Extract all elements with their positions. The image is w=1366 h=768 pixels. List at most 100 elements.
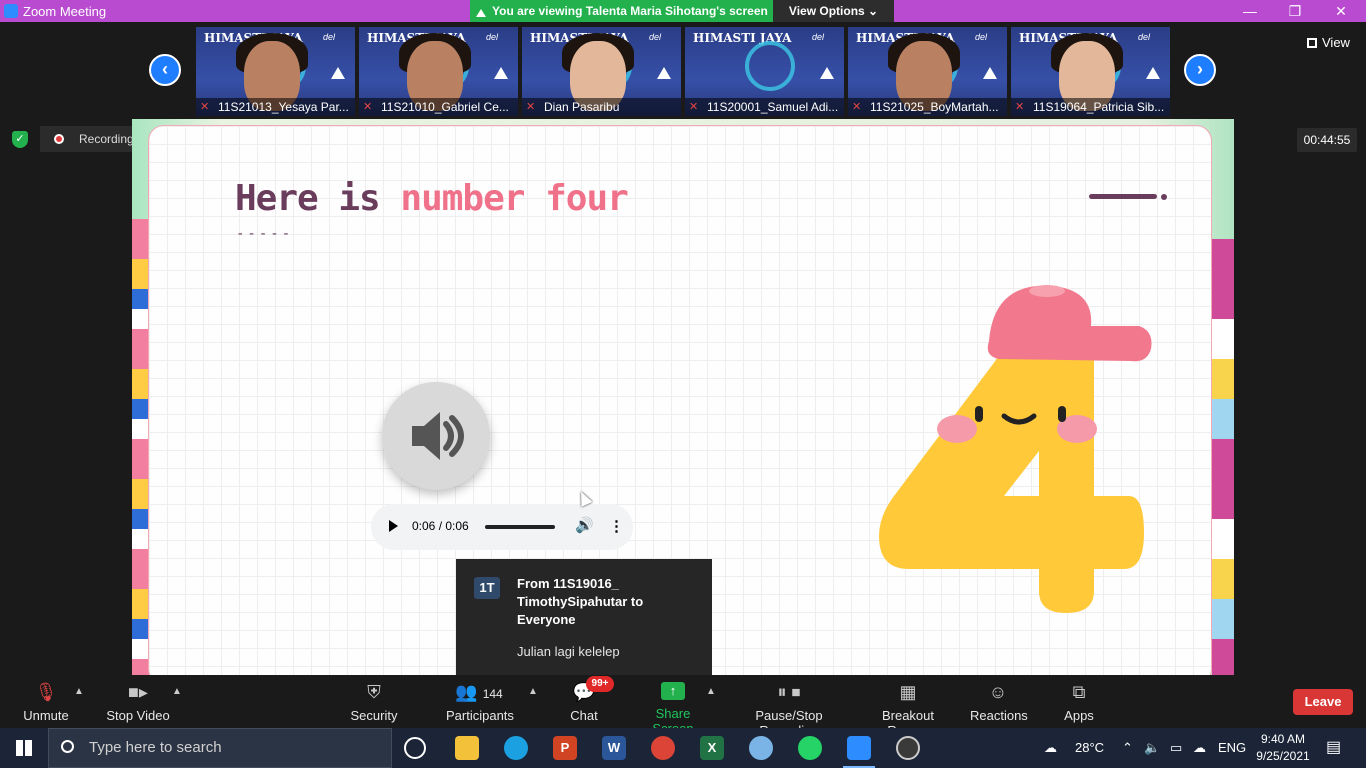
volume-icon[interactable]: 🔊	[575, 516, 594, 534]
speaker-tray-icon[interactable]: 🔈	[1144, 728, 1160, 768]
restore-button[interactable]: ❐	[1280, 2, 1310, 20]
thumb-triangle-graphic	[494, 67, 508, 79]
window-title: Zoom Meeting	[23, 4, 107, 19]
slide-title-accent: number four	[400, 178, 628, 219]
participant-name: 11S20001_Samuel Adi...	[685, 98, 844, 116]
stop-video-button[interactable]: ■▸ Stop Video	[104, 682, 172, 723]
number-four-illustration	[879, 285, 1152, 613]
onedrive-icon[interactable]: ☁	[1193, 728, 1206, 768]
grid-view-icon	[1307, 38, 1317, 48]
thumb-del-logo: del	[974, 32, 987, 42]
participant-name: 11S19064_Patricia Sib...	[1011, 98, 1170, 116]
language-indicator[interactable]: ENG	[1218, 728, 1246, 768]
thumb-triangle-graphic	[1146, 67, 1160, 79]
security-button[interactable]: ⛨ Security	[348, 682, 400, 723]
minimize-button[interactable]: —	[1235, 2, 1265, 20]
breakout-rooms-icon: ▦	[899, 682, 917, 702]
slide-title: Here is number four	[235, 178, 629, 219]
participant-thumbnail[interactable]: HIMASTI JAYAdelDian Pasaribu✕	[522, 27, 681, 116]
tray-expand-icon[interactable]: ⌃	[1122, 728, 1133, 768]
shield-icon: ⛨	[367, 682, 381, 702]
start-button[interactable]	[0, 728, 48, 768]
participant-thumbnail[interactable]: HIMASTI JAYAdel11S19064_Patricia Sib...✕	[1011, 27, 1170, 116]
paint-icon[interactable]	[749, 736, 773, 760]
mic-muted-icon: ✕	[200, 101, 210, 113]
windows-logo-icon	[16, 740, 32, 756]
participant-thumbnail[interactable]: HIMASTI JAYAdel11S21010_Gabriel Ce...✕	[359, 27, 518, 116]
thumb-del-logo: del	[485, 32, 498, 42]
excel-icon[interactable]: X	[700, 736, 724, 760]
chrome-icon[interactable]	[651, 736, 675, 760]
participant-thumbnail[interactable]: HIMASTI JAYAdel11S21013_Yesaya Par...✕	[196, 27, 355, 116]
powerpoint-icon[interactable]: P	[553, 736, 577, 760]
security-label: Security	[350, 708, 398, 723]
edge-icon[interactable]	[504, 736, 528, 760]
recording-dot-icon	[54, 134, 64, 144]
audio-time: 0:06 / 0:06	[412, 519, 469, 533]
previous-page-button[interactable]: ‹	[149, 54, 181, 86]
cortana-icon[interactable]	[404, 737, 426, 759]
audio-progress-bar[interactable]	[485, 525, 555, 529]
thumb-del-logo: del	[1137, 32, 1150, 42]
chat-message: Julian lagi kelelep	[517, 644, 620, 659]
search-placeholder: Type here to search	[89, 739, 222, 756]
participants-button[interactable]: 👥 144 Participants	[446, 682, 514, 723]
thumb-triangle-graphic	[331, 67, 345, 79]
weather-temp[interactable]: 28°C	[1075, 728, 1104, 768]
shield-icon	[476, 7, 486, 17]
mic-muted-icon: ✕	[363, 101, 373, 113]
participants-caret-icon[interactable]: ▲	[528, 686, 538, 697]
word-icon[interactable]: W	[602, 736, 626, 760]
weather-icon[interactable]: ☁	[1044, 728, 1057, 768]
view-button[interactable]: View	[1307, 35, 1350, 50]
apps-icon: ⧉	[1072, 682, 1086, 702]
slide-title-prefix: Here is	[235, 178, 381, 219]
video-camera-icon: ■▸	[128, 682, 148, 702]
battery-icon[interactable]: ▭	[1170, 728, 1182, 768]
next-page-button[interactable]: ›	[1184, 54, 1216, 86]
mic-muted-icon: ✕	[689, 101, 699, 113]
sharing-banner-text: You are viewing Talenta Maria Sihotang's…	[492, 4, 768, 18]
slide-deco-dot	[1161, 194, 1167, 200]
speaker-icon[interactable]	[382, 382, 490, 490]
slide-deco-line	[1089, 194, 1157, 199]
thumb-triangle-graphic	[983, 67, 997, 79]
reactions-button[interactable]: ☺ Reactions	[970, 682, 1028, 723]
notifications-icon[interactable]: ▤	[1326, 728, 1341, 768]
file-explorer-icon[interactable]	[455, 736, 479, 760]
taskbar-clock[interactable]: 9:40 AM 9/25/2021	[1248, 731, 1318, 765]
stop-video-label: Stop Video	[106, 708, 170, 723]
security-shield-icon: ✓	[12, 131, 28, 148]
participant-name: Dian Pasaribu	[522, 98, 681, 116]
close-button[interactable]: ✕	[1326, 2, 1356, 20]
thumb-del-logo: del	[322, 32, 335, 42]
unmute-button[interactable]: 🎙 Unmute	[20, 682, 72, 723]
share-screen-icon: ↑	[661, 682, 685, 700]
smiley-icon: ☺	[988, 682, 1008, 702]
chat-notification-popup[interactable]: 1T From 11S19016_ TimothySipahutar to Ev…	[456, 559, 712, 675]
participant-thumbnail[interactable]: HIMASTI JAYAdel11S21025_BoyMartah...✕	[848, 27, 1007, 116]
whatsapp-icon[interactable]	[798, 736, 822, 760]
zoom-taskbar-icon[interactable]	[843, 736, 875, 768]
participant-name: 11S21013_Yesaya Par...	[196, 98, 355, 116]
mic-muted-icon: ✕	[1015, 101, 1025, 113]
obs-icon[interactable]	[896, 736, 920, 760]
participants-label: Participants	[446, 708, 514, 723]
leave-button[interactable]: Leave	[1293, 689, 1353, 715]
more-options-icon[interactable]: ⋮	[609, 517, 624, 535]
zoom-app-icon	[4, 4, 18, 18]
windows-taskbar: Type here to search P W X ☁ 28°C ⌃ 🔈 ▭ ☁…	[0, 728, 1366, 768]
view-options-button[interactable]: View Options ⌄	[773, 0, 894, 22]
apps-button[interactable]: ⧉ Apps	[1062, 682, 1096, 723]
clock-time: 9:40 AM	[1260, 732, 1306, 746]
share-options-caret-icon[interactable]: ▲	[706, 686, 716, 697]
thumb-triangle-graphic	[657, 67, 671, 79]
thumb-del-logo: del	[811, 32, 824, 42]
play-icon[interactable]	[389, 520, 398, 532]
chat-sender-line: From 11S19016_ TimothySipahutar to Every…	[517, 576, 644, 627]
video-options-caret-icon[interactable]: ▲	[172, 686, 182, 697]
audio-options-caret-icon[interactable]: ▲	[74, 686, 84, 697]
participant-thumbnail[interactable]: HIMASTI JAYA del 11S20001_Samuel Adi... ✕	[685, 27, 844, 116]
audio-player: 0:06 / 0:06 🔊 ⋮	[371, 504, 633, 550]
taskbar-search[interactable]: Type here to search	[48, 728, 392, 768]
